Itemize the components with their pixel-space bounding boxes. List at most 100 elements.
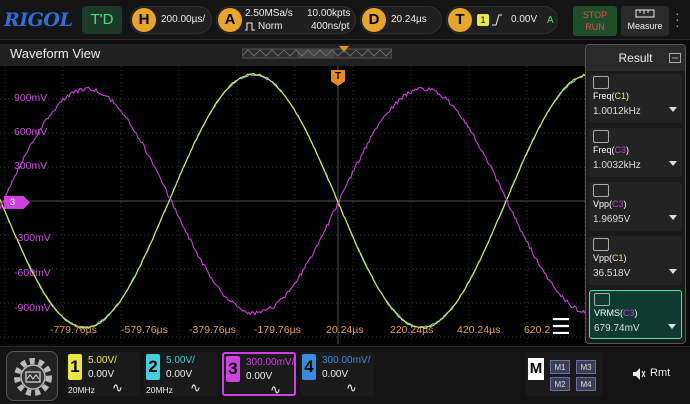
rising-edge-icon xyxy=(492,13,502,27)
memory-depth: 10.00kpts xyxy=(307,8,350,19)
menu-icon[interactable]: ☰ xyxy=(551,316,571,338)
trigger-mode: A xyxy=(547,15,554,26)
measure-label: Measure xyxy=(621,21,669,31)
remote-label: Rmt xyxy=(650,367,670,379)
stop-label: STOP xyxy=(573,9,617,21)
bandwidth-limit: 20MHz xyxy=(146,385,173,395)
result-panel: Result Freq(C1) 1.0012kHz Freq(C3) 1.0032kH… xyxy=(585,44,686,344)
measurement-source: C1 xyxy=(612,253,624,263)
trigger-badge: T xyxy=(448,8,472,32)
result-item[interactable]: Freq(C3) 1.0032kHz xyxy=(589,128,682,177)
channel-offset: 0.00V xyxy=(166,369,192,380)
time-label: 420.24µs xyxy=(457,324,500,336)
math-control[interactable]: M M1 M3 M2 M4 xyxy=(526,352,602,396)
math-m1-button[interactable]: M1 xyxy=(550,360,570,374)
ruler-icon xyxy=(635,9,655,19)
chevron-down-icon[interactable] xyxy=(669,161,677,166)
channel-scale: 300.00mV/ xyxy=(322,355,370,366)
delay-control[interactable]: D 20.24µs xyxy=(360,6,442,34)
acquire-control[interactable]: A 2.50MSa/s Norm 10.00kpts 400ns/pt xyxy=(216,6,356,34)
measurement-name: Vpp(C3) xyxy=(593,199,627,209)
speaker-mute-icon xyxy=(632,367,646,381)
time-label: 620.2 xyxy=(524,324,550,336)
measurement-source: C3 xyxy=(623,308,635,318)
volt-label: 900mV xyxy=(14,92,47,104)
chevron-down-icon[interactable] xyxy=(668,324,676,329)
math-m3-button[interactable]: M3 xyxy=(576,360,596,374)
math-m4-button[interactable]: M4 xyxy=(576,377,596,391)
channel-3-control[interactable]: 3 300.00mV/0.00V ∿ xyxy=(222,352,296,396)
horizontal-control[interactable]: H 200.00µs/ xyxy=(130,6,212,34)
waveform-view-title: Waveform View xyxy=(10,46,100,61)
ac-coupling-icon: ∿ xyxy=(270,382,281,398)
measurement-source: C3 xyxy=(612,199,624,209)
channel-2-control[interactable]: 2 5.00V/0.00V 20MHz ∿ xyxy=(144,352,218,396)
channel-scale: 5.00V/ xyxy=(166,355,195,366)
time-label: -579.76µs xyxy=(121,324,168,336)
time-label: -379.76µs xyxy=(189,324,236,336)
time-label: -179.76µs xyxy=(254,324,301,336)
run-label: RUN xyxy=(573,21,617,33)
time-label: 220.24µs xyxy=(390,324,433,336)
time-per-point: 400ns/pt xyxy=(311,21,349,32)
measurement-type-icon xyxy=(593,238,609,251)
measurement-name: Freq(C1) xyxy=(593,91,629,101)
measurement-value: 36.518V xyxy=(593,268,630,279)
volt-label: -600mV xyxy=(14,267,51,279)
bandwidth-limit: 20MHz xyxy=(68,385,95,395)
waveform-display[interactable] xyxy=(0,66,586,344)
ac-coupling-icon: ∿ xyxy=(346,380,357,396)
channel-scale: 300.00mV/ xyxy=(246,357,294,368)
timebase-mode-button[interactable]: T'D xyxy=(82,6,122,34)
channel-4-control[interactable]: 4 300.00mV/0.00V ∿ xyxy=(300,352,374,396)
measurement-value: 679.74mV xyxy=(594,323,640,334)
measurement-type-icon xyxy=(594,293,610,306)
channel-offset: 0.00V xyxy=(246,371,272,382)
remote-button[interactable]: Rmt xyxy=(612,357,682,391)
measure-button[interactable]: Measure xyxy=(621,6,669,36)
channel-1-control[interactable]: 1 5.00V/0.00V 20MHz ∿ xyxy=(66,352,140,396)
result-item[interactable]: VRMS(C3) 679.74mV xyxy=(589,290,682,339)
measurement-source: C3 xyxy=(615,145,627,155)
channel-offset: 0.00V xyxy=(322,369,348,380)
delay-value: 20.24µs xyxy=(391,14,427,25)
result-item[interactable]: Vpp(C3) 1.9695V xyxy=(589,182,682,231)
channel-number: 3 xyxy=(226,356,240,382)
measurement-name: Vpp(C1) xyxy=(593,253,627,263)
ac-coupling-icon: ∿ xyxy=(112,380,123,396)
volt-label: -300mV xyxy=(14,232,51,244)
delay-badge: D xyxy=(362,8,386,32)
acquire-badge: A xyxy=(218,8,242,32)
chevron-down-icon[interactable] xyxy=(669,269,677,274)
volt-label: 300mV xyxy=(14,160,47,172)
trigger-level: 0.00V xyxy=(511,14,537,25)
measurement-name: Freq(C3) xyxy=(593,145,629,155)
chevron-down-icon[interactable] xyxy=(669,107,677,112)
measurement-type-icon xyxy=(593,184,609,197)
trigger-source: 1 xyxy=(477,14,489,26)
bottom-bar: 1 5.00V/0.00V 20MHz ∿ 2 5.00V/0.00V 20MHz ∿ 3 300… xyxy=(0,346,690,404)
home-gear-button[interactable] xyxy=(6,351,58,401)
math-label: M xyxy=(528,358,544,380)
time-label: 20.24µs xyxy=(326,324,364,336)
measurement-type-icon xyxy=(593,76,609,89)
result-item[interactable]: Freq(C1) 1.0012kHz xyxy=(589,74,682,123)
result-item[interactable]: Vpp(C1) 36.518V xyxy=(589,236,682,285)
acquire-mode: Norm xyxy=(258,21,282,32)
ac-coupling-icon: ∿ xyxy=(190,380,201,396)
memory-position-bar[interactable] xyxy=(242,46,392,60)
trigger-control[interactable]: T 1 0.00V A xyxy=(446,6,558,34)
stop-run-button[interactable]: STOP RUN xyxy=(573,6,617,36)
chevron-down-icon[interactable] xyxy=(669,215,677,220)
sample-rate: 2.50MSa/s xyxy=(245,8,293,19)
more-vertical-icon[interactable]: · · · xyxy=(675,10,687,30)
channel-offset: 0.00V xyxy=(88,369,114,380)
horizontal-badge: H xyxy=(132,8,156,32)
time-label: -779.76µs xyxy=(50,324,97,336)
measurement-source: C1 xyxy=(615,91,627,101)
math-m2-button[interactable]: M2 xyxy=(550,377,570,391)
edit-icon[interactable] xyxy=(669,53,681,63)
measurement-value: 1.0032kHz xyxy=(593,160,641,171)
volt-label: 600mV xyxy=(14,126,47,138)
horizontal-scale: 200.00µs/ xyxy=(161,14,205,25)
